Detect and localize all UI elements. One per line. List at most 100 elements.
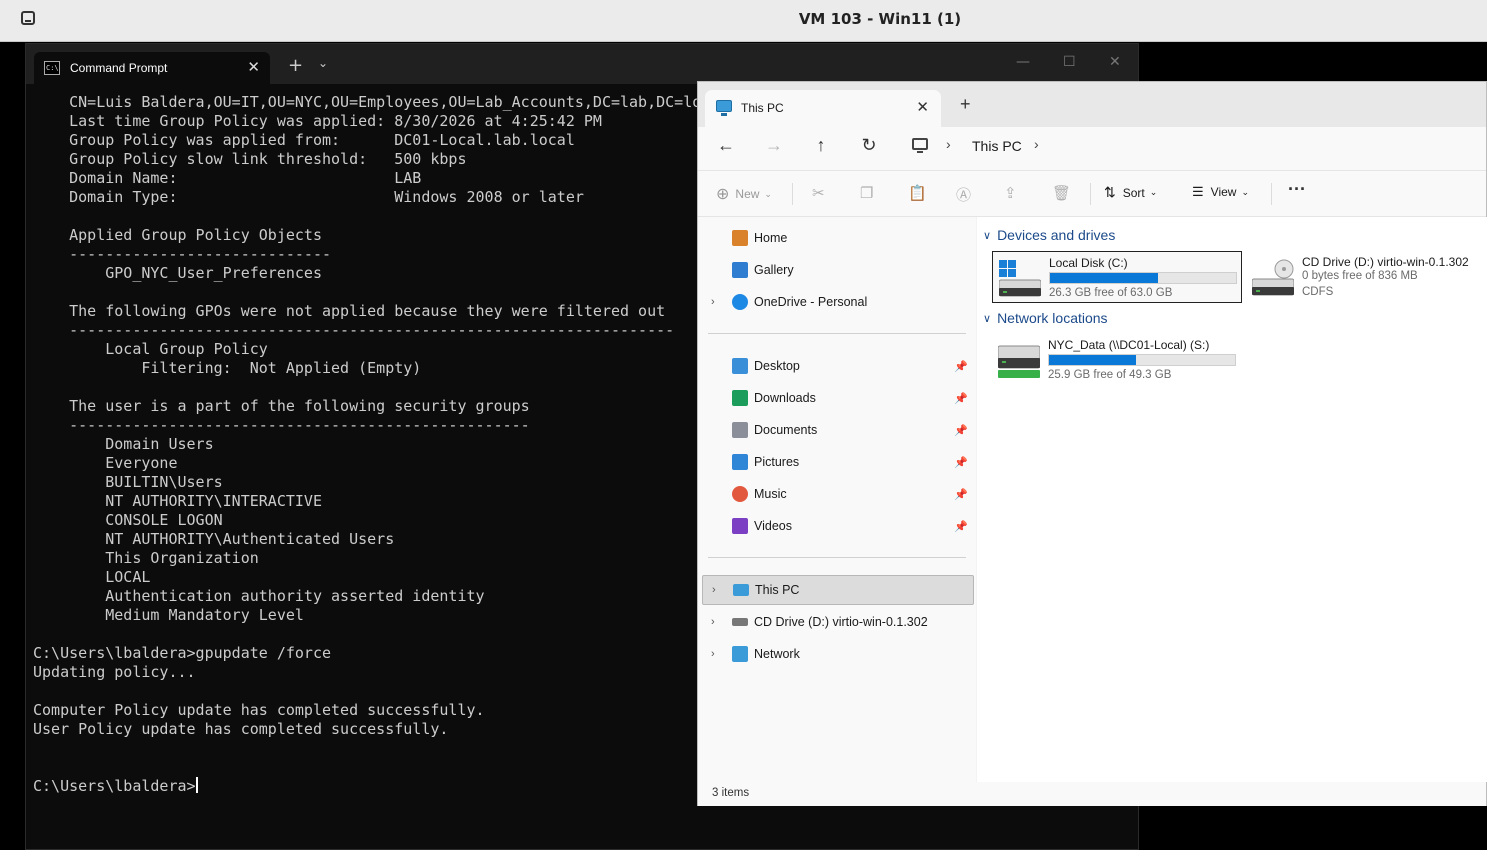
nav-item-onedrive[interactable]: › OneDrive - Personal [702,287,974,317]
forward-arrow-icon[interactable]: → [762,135,786,156]
drive-name: Local Disk (C:) [1049,256,1128,270]
nav-item-music[interactable]: Music 📌 [702,479,974,509]
cloud-icon [732,294,748,310]
chevron-right-icon[interactable]: › [712,584,716,596]
delete-icon[interactable]: 🗑 [1052,184,1071,202]
tab-dropdown-button[interactable]: ⌄ [318,56,328,70]
chevron-right-icon[interactable]: › [711,616,715,628]
drive-name: CD Drive (D:) virtio-win-0.1.302 [1302,255,1469,269]
close-tab-icon[interactable]: ✕ [916,98,929,116]
gallery-icon [732,262,748,278]
nav-item-downloads[interactable]: Downloads 📌 [702,383,974,413]
nav-item-label: OneDrive - Personal [754,295,868,309]
nav-item-gallery[interactable]: Gallery [702,255,974,285]
command-bar: ⊕ New ⌄ ✂ ❐ 📋 Ⓐ ⇪ 🗑 ⇅ Sort ⌄ ☰ View ⌄ ··… [698,171,1486,217]
drive-name: NYC_Data (\\DC01-Local) (S:) [1048,338,1210,352]
view-button[interactable]: ☰ View ⌄ [1192,184,1249,200]
cmd-icon: C:\ [44,61,60,75]
divider [1090,183,1091,205]
close-tab-icon[interactable]: ✕ [247,58,260,76]
group-header-network[interactable]: ∨ Network locations [983,310,1108,326]
divider [708,557,966,558]
nav-item-label: Documents [754,423,818,437]
drive-usage-fill [1050,273,1158,283]
nav-item-cd-drive[interactable]: › CD Drive (D:) virtio-win-0.1.302 [702,607,974,637]
drive-s[interactable]: NYC_Data (\\DC01-Local) (S:) 25.9 GB fre… [992,334,1242,386]
cd-drive-icon [1252,259,1294,296]
view-button-label: View [1210,185,1237,199]
explorer-tab-label: This PC [741,101,784,115]
drive-usage-bar [1049,272,1237,284]
drive-d[interactable]: CD Drive (D:) virtio-win-0.1.302 0 bytes… [1246,251,1486,303]
group-header-devices[interactable]: ∨ Devices and drives [983,227,1115,243]
nav-item-documents[interactable]: Documents 📌 [702,415,974,445]
back-arrow-icon[interactable]: ← [714,135,738,156]
explorer-tab[interactable]: This PC ✕ [705,90,941,127]
chevron-down-icon: ∨ [983,312,992,325]
sort-button-label: Sort [1122,185,1145,200]
chevron-down-icon: ⌄ [1241,186,1249,197]
chevron-right-icon[interactable]: › [946,136,951,152]
up-arrow-icon[interactable]: ↑ [809,135,833,156]
document-icon [732,422,748,438]
divider [792,183,793,205]
rename-icon[interactable]: Ⓐ [956,184,971,205]
new-button[interactable]: ⊕ New ⌄ [716,184,772,204]
breadcrumb-this-pc[interactable]: This PC [972,138,1022,154]
monitor-icon[interactable] [912,138,928,153]
nav-item-videos[interactable]: Videos 📌 [702,511,974,541]
chevron-right-icon[interactable]: › [1034,136,1039,152]
terminal-tab[interactable]: C:\ Command Prompt ✕ [34,52,270,84]
nav-item-pictures[interactable]: Pictures 📌 [702,447,974,477]
plus-circle-icon: ⊕ [716,186,730,203]
nav-item-desktop[interactable]: Desktop 📌 [702,351,974,381]
refresh-icon[interactable]: ↻ [857,135,881,156]
nav-item-label: Network [754,647,800,661]
terminal-tab-bar: C:\ Command Prompt ✕ + ⌄ — ☐ ✕ [26,44,1138,84]
pin-icon[interactable]: 📌 [954,360,968,373]
download-icon [732,390,748,406]
minimize-button[interactable]: — [1016,54,1030,70]
copy-icon[interactable]: ❐ [860,184,873,202]
nav-item-label: Music [754,487,787,501]
nav-item-this-pc[interactable]: › This PC [702,575,974,605]
this-pc-icon [733,584,749,596]
picture-icon [732,454,748,470]
chevron-down-icon: ⌄ [764,188,772,199]
nav-item-home[interactable]: Home [702,223,974,253]
desktop-icon [732,358,748,374]
pin-icon[interactable]: 📌 [954,520,968,533]
paste-icon[interactable]: 📋 [908,184,927,202]
chevron-right-icon[interactable]: › [711,648,715,660]
status-bar: 3 items [698,782,1486,806]
pin-icon[interactable]: 📌 [954,488,968,501]
pin-icon[interactable]: 📌 [954,392,968,405]
drive-usage-fill [1049,355,1137,365]
nav-item-label: Gallery [754,263,794,277]
nav-item-label: This PC [755,583,800,597]
nav-item-network[interactable]: › Network [702,639,974,669]
new-tab-button[interactable]: + [288,55,303,76]
cut-icon[interactable]: ✂ [812,184,825,202]
close-window-button[interactable]: ✕ [1109,54,1121,70]
sort-button[interactable]: ⇅ Sort ⌄ [1104,184,1157,201]
more-options-icon[interactable]: ··· [1288,179,1306,200]
video-icon [732,518,748,534]
pin-icon[interactable]: 📌 [954,456,968,469]
divider [1271,183,1272,205]
drive-filesystem: CDFS [1302,286,1334,298]
home-icon [732,230,748,246]
pin-icon[interactable]: 📌 [954,424,968,437]
drive-c[interactable]: Local Disk (C:) 26.3 GB free of 63.0 GB [992,251,1242,303]
nav-item-label: Desktop [754,359,800,373]
terminal-tab-label: Command Prompt [70,61,168,75]
maximize-button[interactable]: ☐ [1063,54,1076,70]
explorer-tab-bar: This PC ✕ + [698,82,1486,127]
vm-title-bar: VM 103 - Win11 (1) [0,0,1487,42]
share-icon[interactable]: ⇪ [1004,184,1017,202]
sort-icon: ⇅ [1104,184,1116,200]
chevron-right-icon[interactable]: › [711,296,715,308]
new-tab-button[interactable]: + [960,94,971,115]
this-pc-icon [716,100,732,116]
group-header-label: Network locations [997,310,1108,326]
